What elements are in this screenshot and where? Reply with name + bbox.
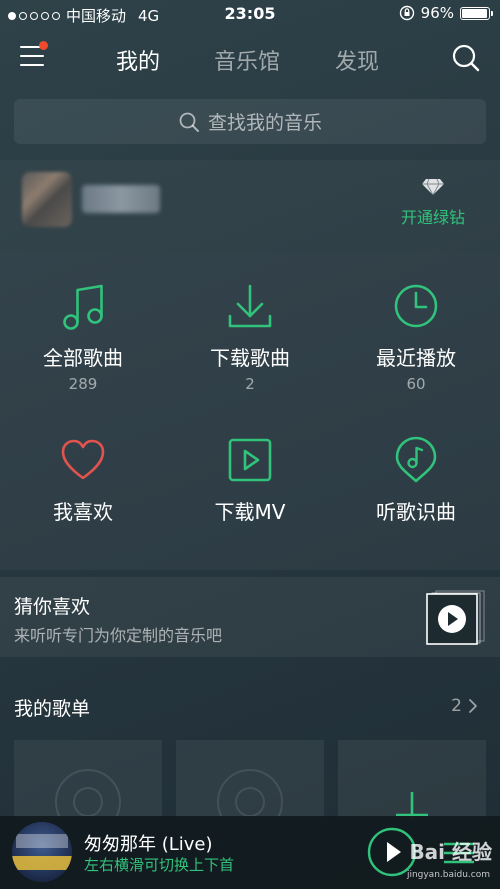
grid-label: 全部歌曲	[43, 346, 123, 370]
function-grid: 全部歌曲 289 下载歌曲 2 最近播放 60 我喜欢 下载MV 听歌识曲	[0, 252, 500, 570]
radio-play-icon	[426, 590, 485, 645]
heart-icon	[61, 439, 105, 480]
vip-button[interactable]: 开通绿钻	[388, 178, 478, 228]
clock-icon	[394, 284, 438, 328]
search-placeholder: 查找我的音乐	[207, 112, 322, 134]
album-art[interactable]	[12, 822, 72, 882]
diamond-icon	[422, 178, 444, 196]
search-icon	[179, 112, 199, 132]
swipe-hint: 左右横滑可切换上下首	[84, 856, 235, 874]
guess-play-button[interactable]	[426, 589, 486, 645]
avatar[interactable]	[22, 172, 72, 227]
disc-placeholder-icon	[217, 769, 283, 820]
status-right: 96%	[399, 4, 493, 22]
grid-count: 289	[68, 375, 98, 393]
grid-item-all-songs[interactable]: 全部歌曲 289	[0, 282, 166, 393]
chevron-right-icon	[469, 699, 477, 713]
grid-label: 听歌识曲	[376, 500, 456, 524]
create-playlist-card[interactable]	[338, 740, 486, 820]
music-recognition-icon	[395, 436, 437, 483]
notification-dot	[39, 41, 48, 50]
menu-button[interactable]	[20, 41, 48, 70]
watermark-logo: Bai 经验	[409, 840, 492, 864]
grid-label: 下载歌曲	[210, 346, 290, 370]
grid-count: 2	[245, 375, 255, 393]
top-navigation: 我的 音乐馆 发现	[0, 28, 500, 90]
profile-row[interactable]: 开通绿钻	[0, 160, 500, 252]
search-button[interactable]	[450, 42, 482, 74]
tab-music-hall[interactable]: 音乐馆	[214, 44, 280, 76]
plus-icon	[396, 792, 428, 820]
playlist-card[interactable]	[176, 740, 324, 820]
mini-player[interactable]: 匆匆那年 (Live) 左右横滑可切换上下首 Bai 经验 jingyan.ba…	[0, 816, 500, 889]
battery-percent: 96%	[420, 4, 454, 22]
battery-fill	[462, 8, 487, 18]
watermark-url: jingyan.baidu.com	[406, 870, 490, 880]
search-input[interactable]: 查找我的音乐	[14, 99, 486, 144]
video-play-icon	[228, 438, 272, 482]
grid-label: 下载MV	[214, 500, 286, 524]
status-bar: 中国移动 4G 23:05 96%	[0, 0, 500, 28]
guess-title: 猜你喜欢	[14, 596, 91, 618]
music-note-icon	[63, 284, 103, 330]
search-icon	[452, 44, 480, 72]
guess-you-like-row[interactable]: 猜你喜欢 来听听专门为你定制的音乐吧	[0, 577, 500, 657]
download-icon	[228, 284, 272, 328]
grid-count: 60	[406, 375, 426, 393]
grid-item-downloaded-mv[interactable]: 下载MV	[167, 436, 333, 525]
playlists-count-value: 2	[451, 696, 462, 716]
rotation-lock-icon	[399, 5, 414, 21]
disc-placeholder-icon	[55, 769, 121, 820]
my-playlists-header[interactable]: 我的歌单 2	[0, 680, 500, 730]
vip-label: 开通绿钻	[400, 208, 465, 227]
playlists-count[interactable]: 2	[451, 696, 478, 716]
username-blurred	[82, 185, 160, 213]
tab-discover[interactable]: 发现	[335, 44, 379, 76]
grid-item-song-recognition[interactable]: 听歌识曲	[333, 436, 499, 525]
playlists-title: 我的歌单	[14, 698, 91, 720]
grid-label: 最近播放	[376, 346, 456, 370]
playlist-card[interactable]	[14, 740, 162, 820]
grid-item-recent-plays[interactable]: 最近播放 60	[333, 282, 499, 393]
guess-subtitle: 来听听专门为你定制的音乐吧	[14, 626, 223, 645]
battery-icon	[460, 6, 493, 20]
grid-label: 我喜欢	[53, 500, 113, 524]
grid-item-downloaded-songs[interactable]: 下载歌曲 2	[167, 282, 333, 393]
song-title: 匆匆那年 (Live)	[84, 834, 213, 855]
grid-item-favorites[interactable]: 我喜欢	[0, 436, 166, 525]
tab-mine[interactable]: 我的	[116, 44, 160, 76]
